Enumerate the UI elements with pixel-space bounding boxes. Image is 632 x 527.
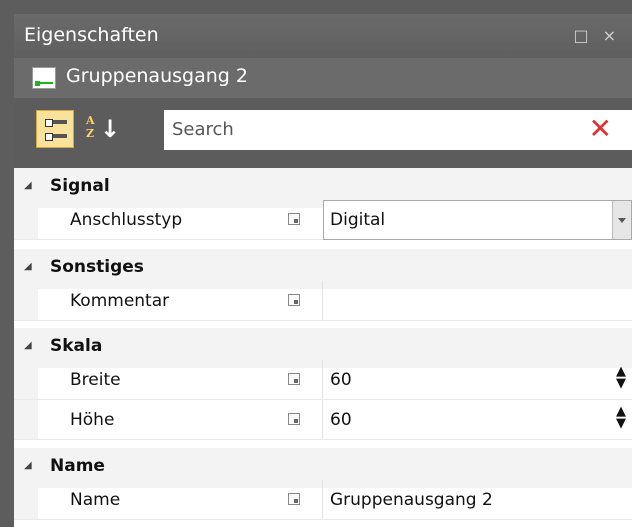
close-icon[interactable]: × <box>603 26 630 45</box>
collapse-triangle-icon[interactable]: ◢ <box>24 340 32 351</box>
clear-search-icon[interactable]: ✕ <box>589 113 612 145</box>
category-label: Signal <box>50 176 110 196</box>
categorized-view-icon-dot <box>45 133 53 141</box>
panel-title: Eigenschaften <box>24 24 159 46</box>
row-gutter <box>14 281 38 320</box>
search-input[interactable] <box>172 110 572 148</box>
row-gutter <box>14 360 38 399</box>
sort-az-icon: A Z <box>86 114 95 140</box>
maximize-icon[interactable]: □ <box>573 26 602 45</box>
property-label: Breite <box>70 370 121 390</box>
row-gutter <box>14 480 38 519</box>
property-marker-icon[interactable] <box>288 213 300 225</box>
selected-object-name: Gruppenausgang 2 <box>66 65 248 87</box>
category-label: Sonstiges <box>50 257 144 277</box>
output-connector-icon <box>32 67 56 89</box>
hoehe-field[interactable]: 60 <box>330 410 352 430</box>
property-search-box: ✕ <box>164 110 632 150</box>
panel-title-bar: Eigenschaften □× <box>14 14 632 58</box>
property-marker-icon[interactable] <box>288 493 300 505</box>
categorized-view-button[interactable] <box>36 110 74 148</box>
column-divider <box>322 480 323 519</box>
selected-object-bar: Gruppenausgang 2 <box>14 58 632 98</box>
category-label: Name <box>50 456 105 476</box>
collapse-triangle-icon[interactable]: ◢ <box>24 180 32 191</box>
alphabetical-sort-button[interactable]: A Z ↓ <box>80 110 121 148</box>
chevron-down-icon[interactable] <box>612 201 631 239</box>
sort-arrow-icon: ↓ <box>100 115 121 143</box>
property-row-kommentar: Kommentar <box>14 281 632 321</box>
row-gutter <box>14 400 38 439</box>
spinner-icon[interactable]: ▲ ▼ <box>616 365 626 390</box>
collapse-triangle-icon[interactable]: ◢ <box>24 460 32 471</box>
property-marker-icon[interactable] <box>288 373 300 385</box>
category-label: Skala <box>50 336 103 356</box>
property-row-name: Name Gruppenausgang 2 <box>14 480 632 520</box>
property-marker-icon[interactable] <box>288 294 300 306</box>
property-label: Name <box>70 490 121 510</box>
column-divider <box>322 360 323 399</box>
properties-toolbar: A Z ↓ ✕ <box>14 98 632 168</box>
property-label: Anschlusstyp <box>70 210 183 230</box>
spinner-icon[interactable]: ▲ ▼ <box>616 405 626 430</box>
window-buttons: □× <box>573 26 630 45</box>
property-marker-icon[interactable] <box>288 413 300 425</box>
property-row-hoehe: Höhe 60 ▲ ▼ <box>14 400 632 440</box>
property-row-breite: Breite 60 ▲ ▼ <box>14 360 632 400</box>
column-divider <box>322 281 323 320</box>
row-gutter <box>14 200 38 239</box>
dropdown-value: Digital <box>330 210 386 230</box>
property-row-anschlusstyp: Anschlusstyp Digital <box>14 200 632 240</box>
property-grid: ◢ Signal Anschlusstyp Digital ◢ Sonstige… <box>14 168 632 527</box>
property-label: Kommentar <box>70 291 170 311</box>
name-field[interactable]: Gruppenausgang 2 <box>330 490 493 510</box>
icon-line <box>53 134 67 138</box>
icon-line <box>53 120 67 124</box>
property-label: Höhe <box>70 410 115 430</box>
breite-field[interactable]: 60 <box>330 370 352 390</box>
categorized-view-icon <box>45 119 53 127</box>
anschlusstyp-dropdown[interactable]: Digital <box>323 200 632 240</box>
column-divider <box>322 400 323 439</box>
collapse-triangle-icon[interactable]: ◢ <box>24 261 32 272</box>
